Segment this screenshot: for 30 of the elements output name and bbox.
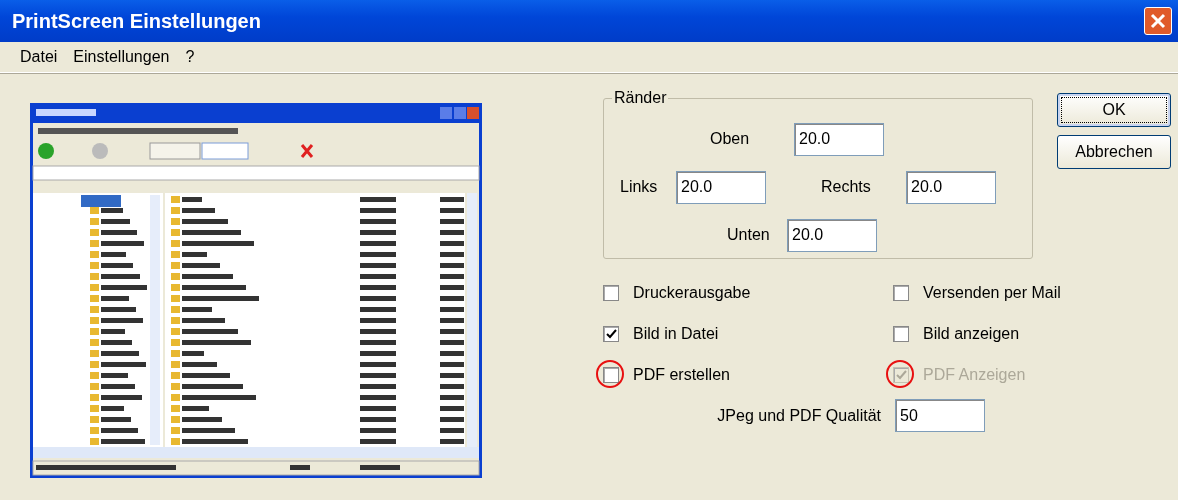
close-button[interactable]	[1144, 7, 1172, 35]
checkbox[interactable]	[603, 285, 619, 301]
margin-input[interactable]: 20.0	[676, 170, 766, 204]
checkbox-label: Druckerausgabe	[633, 284, 751, 302]
checkbox-label: PDF erstellen	[633, 366, 730, 384]
checkbox-label: PDF Anzeigen	[923, 366, 1026, 384]
window-title: PrintScreen Einstellungen	[12, 9, 261, 33]
margin-label: Links	[620, 178, 659, 196]
checkbox-label: Bild in Datei	[633, 325, 719, 343]
checkbox[interactable]	[893, 326, 909, 342]
checkbox[interactable]	[603, 326, 619, 342]
margin-input[interactable]: 20.0	[787, 218, 877, 252]
quality-label: JPeg und PDF Qualität	[717, 406, 881, 425]
dialog-button[interactable]: Abbrechen	[1057, 135, 1171, 169]
close-icon	[1149, 12, 1167, 30]
dialog-button[interactable]: OK	[1057, 93, 1171, 127]
menu-item[interactable]: Datei	[20, 48, 58, 66]
checkbox[interactable]	[603, 367, 619, 383]
margin-label: Unten	[727, 226, 771, 244]
quality-input[interactable]: 50	[895, 399, 985, 432]
menu-item[interactable]: Einstellungen	[73, 48, 170, 66]
checkbox[interactable]	[893, 285, 909, 301]
checkbox-label: Bild anzeigen	[923, 325, 1020, 343]
margin-input[interactable]: 20.0	[906, 170, 996, 204]
checkbox-label: Versenden per Mail	[923, 284, 1061, 302]
margin-label: Rechts	[821, 178, 872, 196]
menu-item[interactable]: ?	[185, 48, 195, 66]
margin-label: Oben	[710, 130, 751, 148]
margin-input[interactable]: 20.0	[794, 122, 884, 156]
group-title: Ränder	[613, 89, 668, 107]
